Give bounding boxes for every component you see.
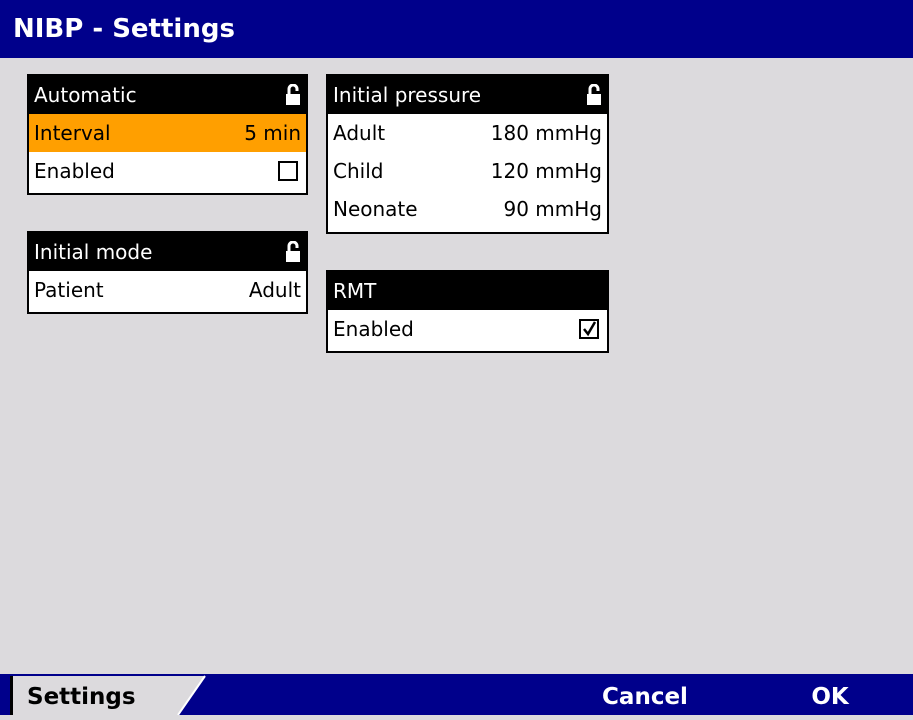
lock-icon [286,84,300,106]
initial-pressure-header-label: Initial pressure [333,83,482,107]
cancel-softkey-label: Cancel [602,684,688,710]
pressure-row-adult[interactable]: Adult 180 mmHg [328,114,607,152]
automatic-enabled-row[interactable]: Enabled [29,152,306,190]
ok-softkey-label: OK [811,684,849,710]
pressure-label: Neonate [333,197,418,221]
interval-label: Interval [34,121,111,145]
automatic-enabled-label: Enabled [34,159,115,183]
initial-pressure-header: Initial pressure [328,76,607,114]
softkey-bar: Settings Cancel OK [0,674,913,715]
initial-mode-header: Initial mode [29,233,306,271]
lock-icon [286,241,300,263]
automatic-header: Automatic [29,76,306,114]
cancel-softkey[interactable]: Cancel [580,674,710,715]
pressure-label: Child [333,159,384,183]
interval-row[interactable]: Interval 5 min [29,114,306,152]
lock-icon [587,84,601,106]
initial-pressure-panel: Initial pressure Adult 180 mmHg Child 12… [326,74,609,234]
settings-softkey[interactable]: Settings [10,676,205,715]
rmt-enabled-row[interactable]: Enabled [328,310,607,348]
pressure-row-child[interactable]: Child 120 mmHg [328,152,607,190]
initial-mode-header-label: Initial mode [34,240,153,264]
interval-value: 5 min [244,121,301,145]
settings-softkey-label: Settings [27,684,136,710]
pressure-value: 180 mmHg [490,121,602,145]
pressure-row-neonate[interactable]: Neonate 90 mmHg [328,190,607,228]
patient-row[interactable]: Patient Adult [29,271,306,309]
pressure-value: 120 mmHg [490,159,602,183]
rmt-header-label: RMT [333,279,377,303]
pressure-label: Adult [333,121,386,145]
pressure-value: 90 mmHg [503,197,602,221]
patient-value: Adult [248,278,301,302]
checkbox-unchecked-icon[interactable] [278,161,298,181]
automatic-panel: Automatic Interval 5 min Enabled [27,74,308,195]
window-title: NIBP - Settings [0,0,913,58]
automatic-header-label: Automatic [34,83,137,107]
rmt-enabled-label: Enabled [333,317,414,341]
ok-softkey[interactable]: OK [790,674,870,715]
rmt-header: RMT [328,272,607,310]
checkbox-checked-icon[interactable] [579,319,599,339]
rmt-panel: RMT Enabled [326,270,609,353]
initial-mode-panel: Initial mode Patient Adult [27,231,308,314]
patient-label: Patient [34,278,104,302]
